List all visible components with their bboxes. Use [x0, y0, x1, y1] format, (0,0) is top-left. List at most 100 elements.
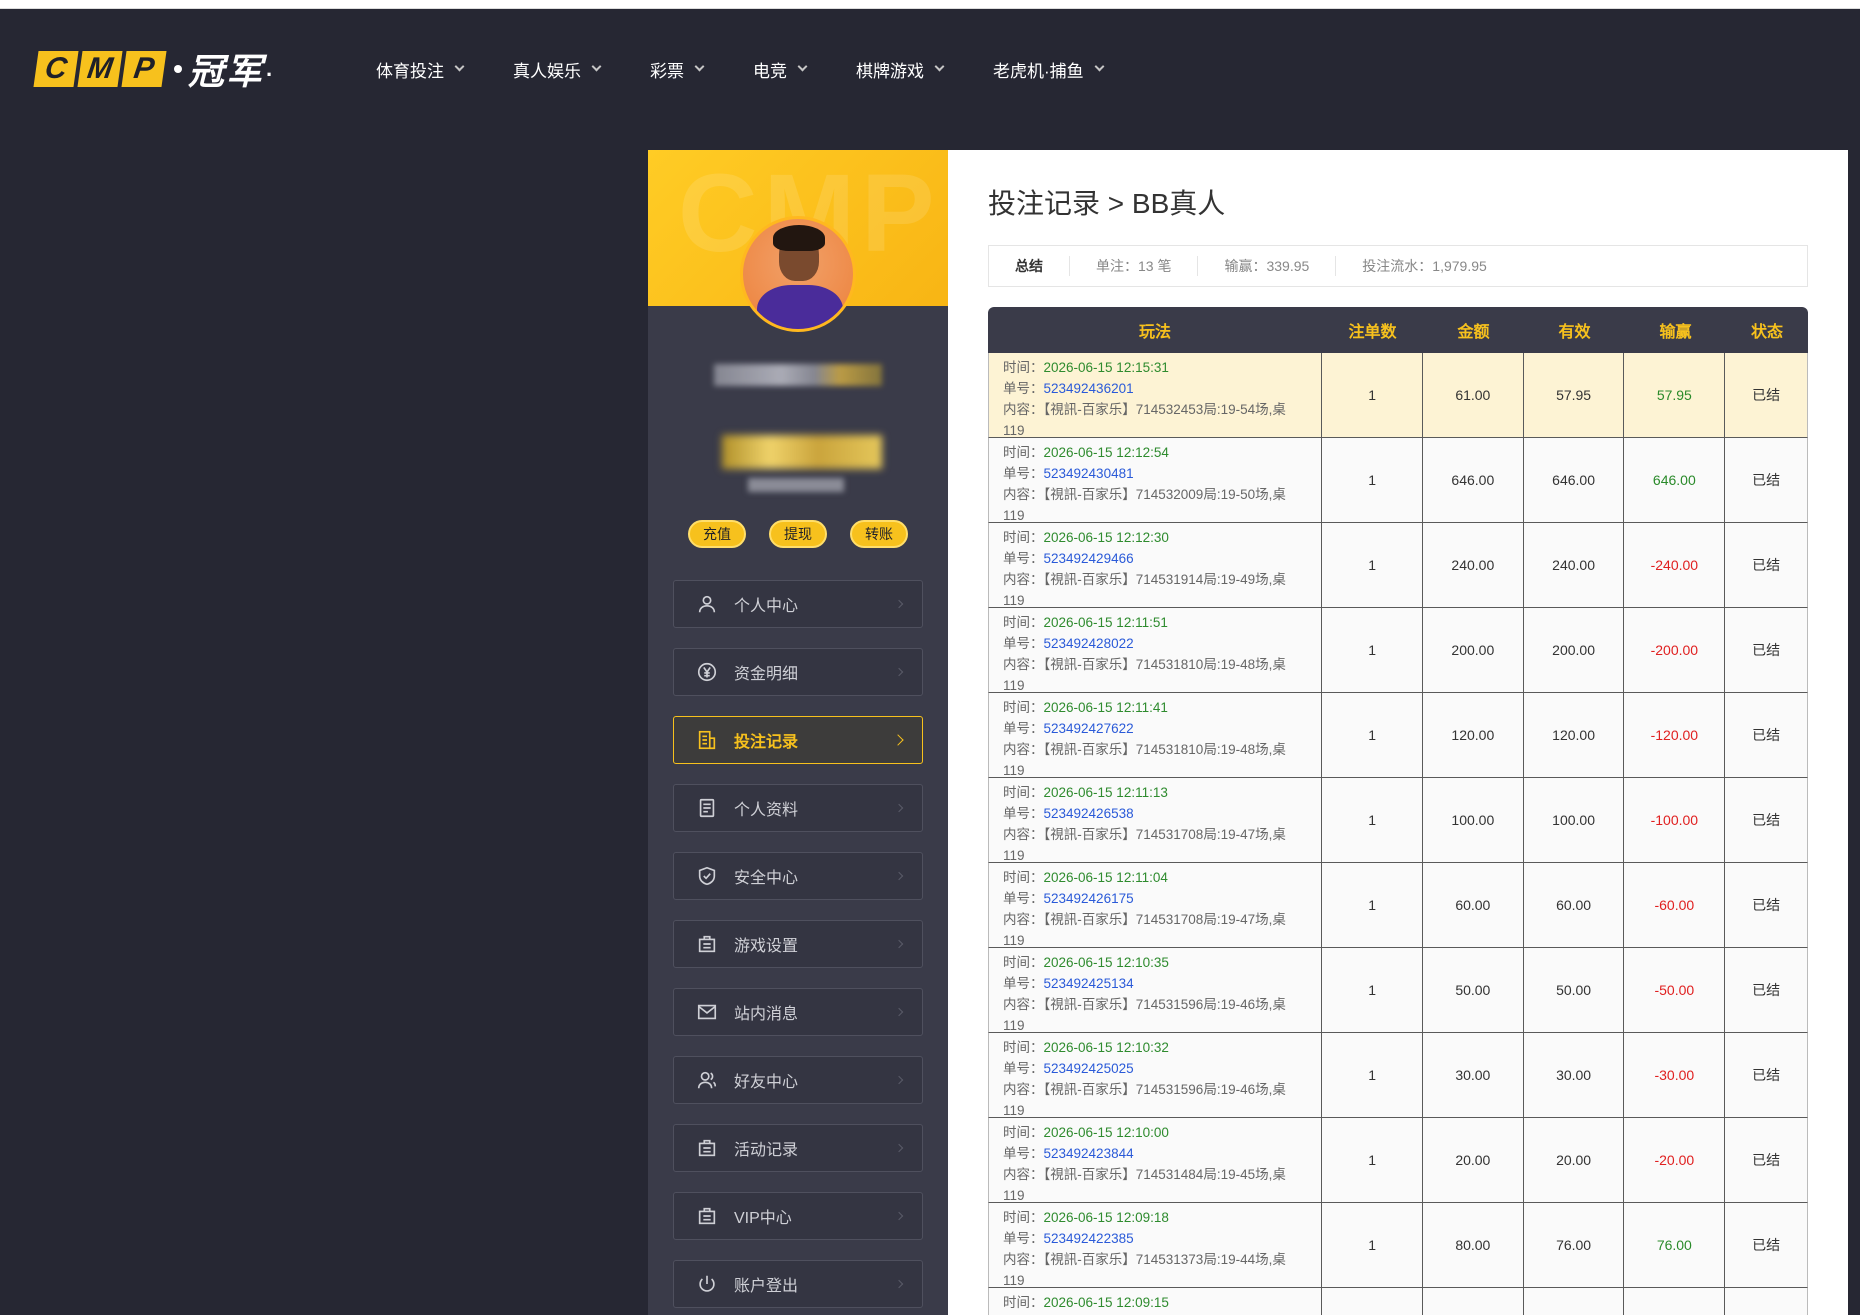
site-header: C M P 冠军 . 体育投注 真人娱乐 彩票 电竞 棋牌游戏 老虎机·捕鱼 — [0, 9, 1860, 121]
bet-content-line: 内容：【視訊-百家乐】714531708局:19-47场,桌 — [1003, 909, 1286, 930]
site-logo[interactable]: C M P 冠军 . — [33, 44, 272, 94]
bet-winloss: 57.95 — [1624, 353, 1726, 437]
bet-content-line: 内容：【視訊-百家乐】714532453局:19-54场,桌 — [1003, 399, 1286, 420]
bet-amount: 646.00 — [1423, 438, 1524, 522]
bet-count: 1 — [1322, 778, 1423, 862]
order-label: 单号： — [1003, 466, 1044, 481]
bet-amount: 30.00 — [1423, 1033, 1524, 1117]
sidebar-item-bet-records[interactable]: 投注记录 — [673, 716, 923, 764]
nav-item-lottery[interactable]: 彩票 — [650, 49, 705, 89]
bet-amount: 120.00 — [1423, 693, 1524, 777]
bet-content-line-2: 119 — [1003, 1018, 1025, 1032]
time-label: 时间： — [1003, 955, 1044, 970]
transfer-button[interactable]: 转账 — [850, 520, 908, 548]
bet-time-line: 时间：2026-06-15 12:10:00 — [1003, 1122, 1169, 1143]
bet-content-line: 内容：【視訊-百家乐】714531596局:19-46场,桌 — [1003, 994, 1286, 1015]
bet-content-line-2: 119 — [1003, 933, 1025, 947]
bet-detail-cell: 时间：2026-06-15 12:09:15 — [989, 1288, 1323, 1315]
chevron-right-icon — [894, 599, 904, 609]
bet-order-number[interactable]: 523492425025 — [1044, 1061, 1134, 1076]
content-label: 内容： — [1003, 572, 1044, 587]
order-label: 单号： — [1003, 891, 1044, 906]
chevron-right-icon — [894, 1075, 904, 1085]
bet-detail-cell: 时间：2026-06-15 12:10:32 单号：523492425025 内容：… — [989, 1033, 1323, 1117]
nav-item-esports[interactable]: 电竞 — [753, 49, 808, 89]
column-header: 金额 — [1457, 324, 1490, 341]
sidebar-item-personal-center[interactable]: 个人中心 — [673, 580, 923, 628]
order-label: 单号： — [1003, 1146, 1044, 1161]
content-label: 内容： — [1003, 487, 1044, 502]
bet-order-number[interactable]: 523492426175 — [1044, 891, 1134, 906]
friends-icon — [696, 1069, 718, 1091]
order-label: 单号： — [1003, 636, 1044, 651]
withdraw-button[interactable]: 提现 — [769, 520, 827, 548]
bet-content-line-2: 119 — [1003, 678, 1025, 692]
column-header: 玩法 — [1138, 324, 1171, 341]
sidebar-item-security[interactable]: 安全中心 — [673, 852, 923, 900]
logo-letter: P — [121, 51, 167, 87]
bet-content: 【視訊-百家乐】714531810局:19-48场,桌 — [1043, 742, 1286, 757]
sidebar-item-game-settings[interactable]: 游戏设置 — [673, 920, 923, 968]
sidebar-item-activity-records[interactable]: 活动记录 — [673, 1124, 923, 1172]
main-content: 投注记录 > BB真人 总结 单注：13 笔 输赢：339.95 投注流水：1,… — [948, 150, 1848, 1315]
bet-time-line: 时间：2026-06-15 12:11:13 — [1003, 782, 1168, 803]
bet-valid: 100.00 — [1524, 778, 1625, 862]
bet-content-line-2: 119 — [1003, 1188, 1025, 1202]
sidebar-item-label: 游戏设置 — [734, 938, 799, 955]
bet-order-number[interactable]: 523492429466 — [1044, 551, 1134, 566]
bet-valid: 60.00 — [1524, 863, 1625, 947]
order-label: 单号： — [1003, 381, 1044, 396]
content-label: 内容： — [1003, 827, 1044, 842]
bet-content-line: 内容：【視訊-百家乐】714531596局:19-46场,桌 — [1003, 1079, 1286, 1100]
nav-item-card-games[interactable]: 棋牌游戏 — [856, 49, 945, 89]
bet-status: 已结 — [1752, 472, 1781, 488]
table-row: 时间：2026-06-15 12:09:18 单号：523492422385 内容：… — [988, 1203, 1808, 1288]
nav-item-slots-fishing[interactable]: 老虎机·捕鱼 — [993, 49, 1105, 89]
chevron-down-icon — [1094, 61, 1105, 72]
sidebar-item-logout[interactable]: 账户登出 — [673, 1260, 923, 1308]
sidebar-item-label: 个人中心 — [734, 598, 799, 615]
bet-time-line: 时间：2026-06-15 12:09:18 — [1003, 1207, 1169, 1228]
bet-content-line: 内容：【視訊-百家乐】714531708局:19-47场,桌 — [1003, 824, 1286, 845]
bet-order-number[interactable]: 523492423844 — [1044, 1146, 1134, 1161]
bet-content-line-2: 119 — [1003, 763, 1025, 777]
table-row: 时间：2026-06-15 12:11:04 单号：523492426175 内容：… — [988, 863, 1808, 948]
time-label: 时间： — [1003, 1295, 1044, 1310]
logo-cn: 冠军 — [188, 51, 265, 92]
sidebar-item-profile[interactable]: 个人资料 — [673, 784, 923, 832]
sidebar-item-friends[interactable]: 好友中心 — [673, 1056, 923, 1104]
bet-content-line: 内容：【視訊-百家乐】714532009局:19-50场,桌 — [1003, 484, 1286, 505]
bet-content-line-2: 119 — [1003, 848, 1025, 862]
nav-item-live-casino[interactable]: 真人娱乐 — [513, 49, 602, 89]
bet-order-number[interactable]: 523492425134 — [1044, 976, 1134, 991]
time-label: 时间： — [1003, 1125, 1044, 1140]
bet-time-line: 时间：2026-06-15 12:10:35 — [1003, 952, 1169, 973]
bet-order-number[interactable]: 523492427622 — [1044, 721, 1134, 736]
nav-label: 彩票 — [650, 61, 684, 81]
bet-order-number[interactable]: 523492426538 — [1044, 806, 1134, 821]
bet-order-number[interactable]: 523492436201 — [1044, 381, 1134, 396]
chevron-down-icon — [934, 61, 945, 72]
sidebar-item-vip[interactable]: VIP中心 — [673, 1192, 923, 1240]
bet-time: 2026-06-15 12:11:51 — [1043, 615, 1168, 630]
sidebar-item-label: 账户登出 — [734, 1278, 799, 1295]
chevron-down-icon — [591, 61, 602, 72]
bet-order-number[interactable]: 523492422385 — [1044, 1231, 1134, 1246]
game-settings-icon — [696, 933, 718, 955]
deposit-button[interactable]: 充值 — [688, 520, 746, 548]
bet-order-number[interactable]: 523492430481 — [1044, 466, 1134, 481]
table-row: 时间：2026-06-15 12:12:30 单号：523492429466 内容：… — [988, 523, 1808, 608]
avatar[interactable] — [740, 216, 856, 332]
summary-winloss: 输赢：339.95 — [1198, 256, 1337, 276]
bet-valid — [1524, 1288, 1625, 1315]
bet-detail-cell: 时间：2026-06-15 12:09:18 单号：523492422385 内容：… — [989, 1203, 1323, 1287]
sidebar-item-funds[interactable]: 资金明细 — [673, 648, 923, 696]
content-label: 内容： — [1003, 657, 1044, 672]
sidebar-item-messages[interactable]: 站内消息 — [673, 988, 923, 1036]
table-row: 时间：2026-06-15 12:12:54 单号：523492430481 内容：… — [988, 438, 1808, 523]
logo-letter: M — [77, 51, 123, 87]
bet-time: 2026-06-15 12:10:35 — [1043, 955, 1169, 970]
bet-order-number[interactable]: 523492428022 — [1044, 636, 1134, 651]
nav-item-sports[interactable]: 体育投注 — [376, 49, 465, 89]
nav-label: 老虎机·捕鱼 — [993, 61, 1084, 81]
